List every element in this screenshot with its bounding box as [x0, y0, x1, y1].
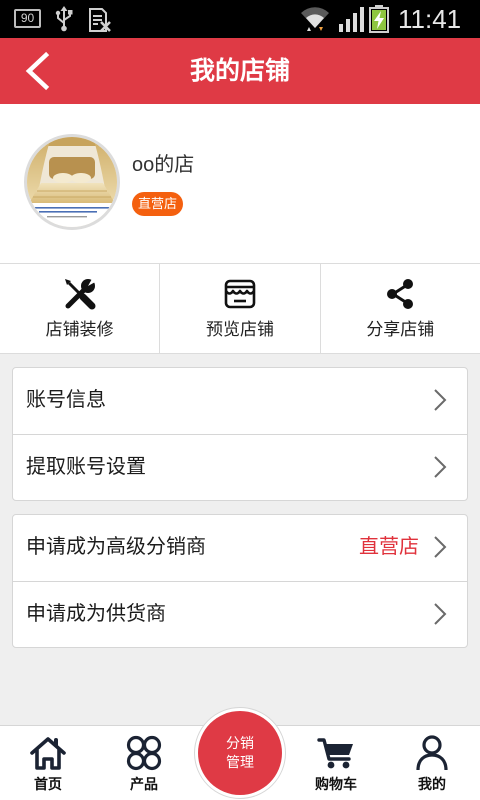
chevron-right-icon	[433, 535, 447, 559]
decorate-shop-label: 店铺装修	[45, 320, 114, 339]
chevron-right-icon	[433, 388, 447, 412]
menu-item-apply-supplier[interactable]: 申请成为供货商	[13, 581, 467, 647]
nav-item-products[interactable]: 产品	[96, 726, 192, 800]
clock-time: 11:41	[398, 4, 462, 34]
share-icon	[382, 276, 418, 312]
chevron-right-icon	[433, 602, 447, 626]
nav-item-mine[interactable]: 我的	[384, 726, 480, 800]
decorate-shop-button[interactable]: 店铺装修	[0, 264, 161, 353]
nav-item-home[interactable]: 首页	[0, 726, 96, 800]
menu-item-label: 账号信息	[26, 389, 106, 411]
menu-item-label: 申请成为供货商	[26, 603, 166, 625]
battery-charging-icon	[369, 5, 389, 33]
signal-icon	[338, 7, 364, 32]
share-shop-label: 分享店铺	[366, 320, 435, 339]
nav-item-label: 首页	[34, 776, 62, 792]
shop-avatar	[24, 134, 120, 230]
status-bar: 90 11:41	[0, 0, 480, 38]
wifi-icon	[300, 6, 330, 32]
person-icon	[413, 734, 451, 772]
center-button-line1: 分销	[226, 735, 254, 751]
shop-name: oo的店	[132, 154, 195, 176]
shop-info-section: oo的店 直营店	[0, 104, 480, 263]
nav-item-label: 我的	[418, 776, 446, 792]
menu-item-value: 直营店	[359, 536, 419, 558]
nav-item-cart[interactable]: 购物车	[288, 726, 384, 800]
notification-count-badge: 90	[14, 9, 41, 28]
application-menu-group: 申请成为高级分销商 直营店 申请成为供货商	[12, 514, 468, 648]
back-button[interactable]	[16, 49, 60, 93]
shop-avatar-image	[27, 137, 117, 227]
preview-shop-label: 预览店铺	[205, 320, 274, 339]
nav-item-label: 产品	[130, 776, 158, 792]
account-menu-group: 账号信息 提取账号设置	[12, 367, 468, 501]
nav-item-label: 购物车	[315, 776, 357, 792]
shop-type-badge: 直营店	[132, 192, 184, 216]
home-icon	[29, 734, 67, 772]
tools-icon	[62, 276, 98, 312]
grid-circles-icon	[125, 734, 163, 772]
shop-actions: 店铺装修 预览店铺 分享店铺	[0, 263, 480, 354]
center-button-line2: 管理	[226, 754, 254, 770]
chevron-left-icon	[25, 51, 50, 91]
share-shop-button[interactable]: 分享店铺	[321, 264, 480, 353]
sim-document-icon	[88, 7, 112, 33]
page-title: 我的店铺	[189, 57, 290, 85]
menu-item-account-info[interactable]: 账号信息	[13, 368, 467, 434]
storefront-icon	[222, 276, 258, 312]
distribution-management-button[interactable]: 分销 管理	[198, 711, 282, 795]
cart-icon	[317, 734, 355, 772]
app-header: 我的店铺	[0, 38, 480, 104]
chevron-right-icon	[433, 455, 447, 479]
usb-icon	[54, 6, 74, 32]
menu-item-withdraw-account-settings[interactable]: 提取账号设置	[13, 434, 467, 500]
preview-shop-button[interactable]: 预览店铺	[160, 264, 321, 353]
menu-item-label: 提取账号设置	[26, 456, 146, 478]
menu-item-apply-senior-distributor[interactable]: 申请成为高级分销商 直营店	[13, 515, 467, 581]
menu-item-label: 申请成为高级分销商	[26, 536, 206, 558]
